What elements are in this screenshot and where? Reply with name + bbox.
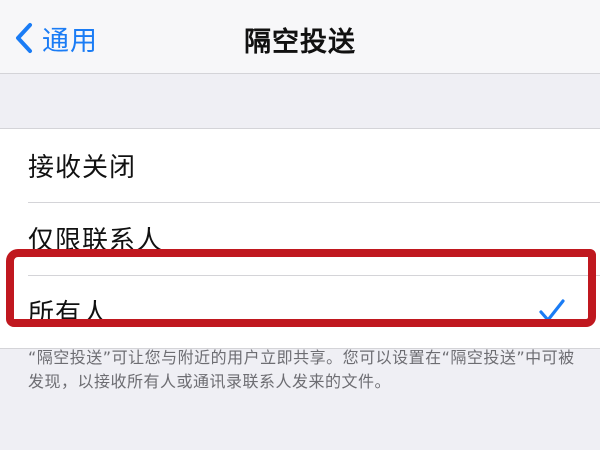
checkmark-icon bbox=[539, 299, 565, 322]
navigation-bar: 通用 隔空投送 bbox=[0, 0, 600, 74]
section-footer-note: “隔空投送”可让您与附近的用户立即共享。您可以设置在“隔空投送”中可被发现，以接… bbox=[28, 348, 575, 391]
option-label: 所有人 bbox=[28, 299, 110, 329]
airdrop-options-list: 接收关闭 仅限联系人 所有人 bbox=[0, 128, 600, 349]
page-title: 隔空投送 bbox=[244, 27, 356, 58]
option-receiving-off[interactable]: 接收关闭 bbox=[0, 129, 600, 202]
option-everyone[interactable]: 所有人 bbox=[0, 275, 600, 348]
option-contacts-only[interactable]: 仅限联系人 bbox=[0, 202, 600, 275]
option-label: 接收关闭 bbox=[28, 153, 137, 183]
option-label: 仅限联系人 bbox=[28, 226, 164, 256]
